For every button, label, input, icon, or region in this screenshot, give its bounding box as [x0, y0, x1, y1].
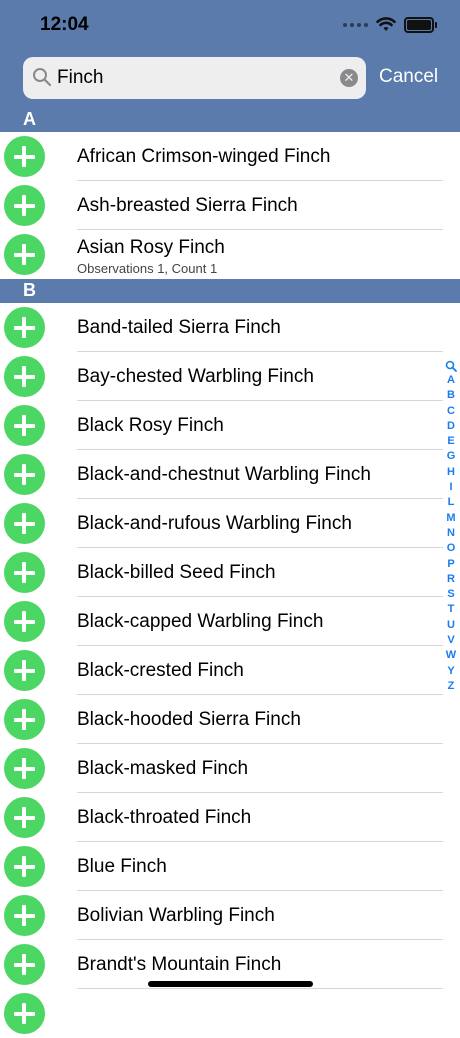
- navigation-header: 12:04 ✕ Cancel: [0, 0, 460, 108]
- list-item[interactable]: Black-and-rufous Warbling Finch: [0, 499, 460, 548]
- index-letter[interactable]: Z: [443, 679, 459, 694]
- bird-name: Black-masked Finch: [77, 758, 249, 779]
- list-item[interactable]: Band-tailed Sierra Finch: [0, 303, 460, 352]
- add-button[interactable]: [4, 234, 45, 275]
- add-button[interactable]: [4, 136, 45, 177]
- bird-name: Ash-breasted Sierra Finch: [77, 195, 298, 216]
- index-letter[interactable]: C: [443, 404, 459, 419]
- index-letter[interactable]: G: [443, 449, 459, 464]
- bird-name: Bay-chested Warbling Finch: [77, 366, 314, 387]
- add-button[interactable]: [4, 454, 45, 495]
- bird-name: Black-and-chestnut Warbling Finch: [77, 464, 371, 485]
- add-button[interactable]: [4, 185, 45, 226]
- add-button[interactable]: [4, 650, 45, 691]
- list-item[interactable]: Bolivian Warbling Finch: [0, 891, 460, 940]
- index-letter[interactable]: M: [443, 511, 459, 526]
- bird-name: African Crimson-winged Finch: [77, 146, 331, 167]
- index-letter[interactable]: A: [443, 373, 459, 388]
- add-button[interactable]: [4, 944, 45, 985]
- search-icon: [33, 68, 52, 87]
- home-indicator: [148, 981, 313, 987]
- index-letter[interactable]: R: [443, 572, 459, 587]
- section-header-a: A: [0, 108, 460, 132]
- add-button[interactable]: [4, 307, 45, 348]
- search-field[interactable]: ✕: [23, 57, 366, 99]
- section-letter: B: [23, 280, 36, 300]
- bird-name: Brandt's Mountain Finch: [77, 954, 282, 975]
- add-button[interactable]: [4, 699, 45, 740]
- wifi-icon: [376, 17, 396, 31]
- bird-name: Black-hooded Sierra Finch: [77, 709, 301, 730]
- index-letter[interactable]: O: [443, 541, 459, 556]
- bird-name: Bolivian Warbling Finch: [77, 905, 275, 926]
- list-item[interactable]: Black-crested Finch: [0, 646, 460, 695]
- cellular-signal-icon: [343, 23, 368, 27]
- bird-name: Black-crested Finch: [77, 660, 244, 681]
- add-button[interactable]: [4, 797, 45, 838]
- index-letter[interactable]: L: [443, 495, 459, 510]
- index-letter[interactable]: T: [443, 602, 459, 617]
- list-item[interactable]: Black-masked Finch: [0, 744, 460, 793]
- list-item[interactable]: Black-and-chestnut Warbling Finch: [0, 450, 460, 499]
- list-item[interactable]: Black-throated Finch: [0, 793, 460, 842]
- list-item[interactable]: Black-billed Seed Finch: [0, 548, 460, 597]
- list-item[interactable]: Blue Finch: [0, 842, 460, 891]
- add-button[interactable]: [4, 748, 45, 789]
- list-item[interactable]: Black-hooded Sierra Finch: [0, 695, 460, 744]
- bird-name: Asian Rosy Finch: [77, 237, 225, 258]
- list-item[interactable]: Asian Rosy Finch Observations 1, Count 1: [0, 230, 460, 279]
- bird-name: Blue Finch: [77, 856, 167, 877]
- index-letter[interactable]: D: [443, 419, 459, 434]
- add-button[interactable]: [4, 356, 45, 397]
- add-button[interactable]: [4, 503, 45, 544]
- bird-name: Black-throated Finch: [77, 807, 252, 828]
- add-button[interactable]: [4, 895, 45, 936]
- add-button[interactable]: [4, 846, 45, 887]
- status-icons: [343, 14, 437, 36]
- add-button[interactable]: [4, 993, 45, 1034]
- index-letter[interactable]: U: [443, 618, 459, 633]
- list-item[interactable]: Black Rosy Finch: [0, 401, 460, 450]
- index-search-icon[interactable]: [445, 360, 457, 372]
- index-letter[interactable]: S: [443, 587, 459, 602]
- observation-summary: Observations 1, Count 1: [77, 261, 218, 276]
- index-letter[interactable]: W: [443, 648, 459, 663]
- bird-name: Black-capped Warbling Finch: [77, 611, 324, 632]
- bird-name: Band-tailed Sierra Finch: [77, 317, 281, 338]
- status-time: 12:04: [40, 14, 89, 35]
- add-button[interactable]: [4, 552, 45, 593]
- index-letter[interactable]: E: [443, 434, 459, 449]
- list-item[interactable]: African Crimson-winged Finch: [0, 132, 460, 181]
- battery-icon: [404, 17, 437, 33]
- section-header-b: B: [0, 279, 460, 303]
- add-button[interactable]: [4, 405, 45, 446]
- list-item[interactable]: Bay-chested Warbling Finch: [0, 352, 460, 401]
- list-item[interactable]: Black-capped Warbling Finch: [0, 597, 460, 646]
- index-letter[interactable]: B: [443, 388, 459, 403]
- index-letter[interactable]: H: [443, 465, 459, 480]
- list-item[interactable]: Ash-breasted Sierra Finch: [0, 181, 460, 230]
- list-item-partial[interactable]: [0, 989, 460, 1038]
- index-letter[interactable]: I: [443, 480, 459, 495]
- cancel-button[interactable]: Cancel: [379, 66, 438, 88]
- section-letter: A: [23, 109, 36, 129]
- search-input[interactable]: [57, 57, 327, 99]
- index-letter[interactable]: P: [443, 557, 459, 572]
- index-letter[interactable]: Y: [443, 664, 459, 679]
- bird-name: Black-and-rufous Warbling Finch: [77, 513, 352, 534]
- section-index-bar[interactable]: A B C D E G H I L M N O P R S T U V W Y …: [443, 360, 459, 700]
- add-button[interactable]: [4, 601, 45, 642]
- index-letter[interactable]: N: [443, 526, 459, 541]
- bird-name: Black Rosy Finch: [77, 415, 224, 436]
- clear-search-icon[interactable]: ✕: [340, 69, 358, 87]
- index-letter[interactable]: V: [443, 633, 459, 648]
- bird-name: Black-billed Seed Finch: [77, 562, 276, 583]
